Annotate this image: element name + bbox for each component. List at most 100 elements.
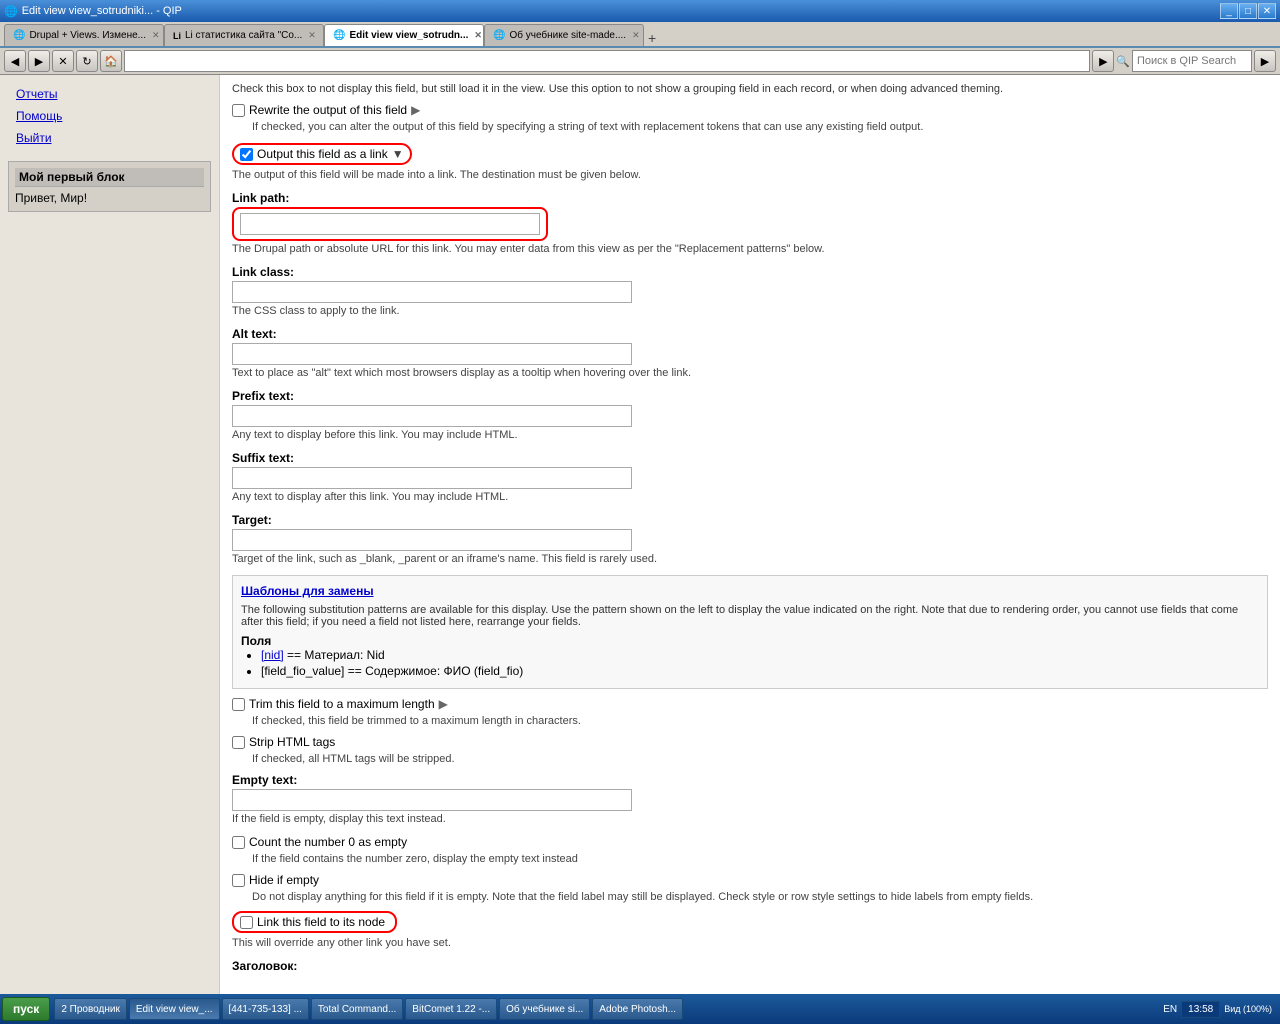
target-group: Target: Target of the link, such as _bla…: [232, 513, 1268, 565]
tab-1-close[interactable]: ✕: [308, 30, 316, 41]
empty-text-input[interactable]: [232, 789, 632, 811]
sidebar: Отчеты Помощь Выйти Мой первый блок Прив…: [0, 75, 220, 994]
close-button[interactable]: ✕: [1258, 3, 1276, 19]
target-input[interactable]: [232, 529, 632, 551]
field-item-1: [field_fio_value] == Содержимое: ФИО (fi…: [261, 664, 1259, 678]
trim-label: Trim this field to a maximum length: [249, 697, 435, 711]
fields-list: [nid] == Материал: Nid [field_fio_value]…: [241, 648, 1259, 678]
sidebar-item-help[interactable]: Помощь: [8, 105, 211, 127]
go-button[interactable]: ▶: [1092, 50, 1114, 72]
sidebar-item-logout[interactable]: Выйти: [8, 127, 211, 149]
hide-empty-checkbox[interactable]: [232, 874, 245, 887]
output-link-highlighted: Output this field as a link ▼: [232, 143, 412, 165]
tab-2-close[interactable]: ✕: [474, 30, 482, 41]
taskbar-lang: EN: [1163, 1004, 1177, 1015]
tab-bar: 🌐 Drupal + Views. Измене... ✕ Li Li стат…: [0, 22, 1280, 48]
count-zero-checkbox[interactable]: [232, 836, 245, 849]
taskbar-items: 2 Проводник Edit view view_... [441-735-…: [54, 998, 1157, 1020]
browser-title: Edit view view_sotrudniki... - QIP: [22, 5, 182, 17]
titlebar-left: 🌐 Edit view view_sotrudniki... - QIP: [4, 5, 182, 18]
content-area: Check this box to not display this field…: [220, 75, 1280, 994]
nid-link[interactable]: [nid]: [261, 648, 284, 662]
taskbar-item-6[interactable]: Adobe Photosh...: [592, 998, 683, 1020]
heading-group: Заголовок:: [232, 959, 1268, 973]
sidebar-block-content: Привет, Мир!: [15, 191, 204, 205]
alt-text-desc: Text to place as "alt" text which most b…: [232, 367, 1268, 379]
taskbar-item-4[interactable]: BitComet 1.22 -...: [405, 998, 497, 1020]
rewrite-output-label: Rewrite the output of this field: [249, 103, 407, 117]
strip-html-checkbox[interactable]: [232, 736, 245, 749]
output-link-checkbox[interactable]: [240, 148, 253, 161]
taskbar-clock: 13:58: [1181, 1001, 1220, 1018]
rewrite-output-row: Rewrite the output of this field ▶: [232, 103, 1268, 117]
subst-description: The following substitution patterns are …: [241, 604, 1259, 628]
tab-0-icon: 🌐: [13, 30, 25, 41]
link-node-highlight-box: Link this field to its node: [232, 911, 397, 933]
alt-text-input[interactable]: [232, 343, 632, 365]
heading-label: Заголовок:: [232, 959, 1268, 973]
count-zero-label: Count the number 0 as empty: [249, 835, 407, 849]
hide-empty-desc: Do not display anything for this field i…: [252, 891, 1268, 903]
tab-0[interactable]: 🌐 Drupal + Views. Измене... ✕: [4, 24, 164, 46]
tab-3[interactable]: 🌐 Об учебнике site-made.... ✕: [484, 24, 644, 46]
sidebar-item-reports[interactable]: Отчеты: [8, 83, 211, 105]
link-node-checkbox[interactable]: [240, 916, 253, 929]
forward-button[interactable]: ▶: [28, 50, 50, 72]
strip-html-row: Strip HTML tags: [232, 735, 1268, 749]
alt-text-label: Alt text:: [232, 327, 1268, 341]
taskbar: пуск 2 Проводник Edit view view_... [441…: [0, 994, 1280, 1024]
empty-text-group: Empty text: If the field is empty, displ…: [232, 773, 1268, 825]
taskbar-item-0[interactable]: 2 Проводник: [54, 998, 127, 1020]
intro-text: Check this box to not display this field…: [232, 83, 1268, 95]
start-button[interactable]: пуск: [2, 997, 50, 1021]
output-link-dropdown-icon[interactable]: ▼: [392, 147, 404, 161]
suffix-text-input[interactable]: [232, 467, 632, 489]
tab-3-label: Об учебнике site-made....: [509, 30, 626, 41]
link-path-highlighted: sotrudniki/[nid]: [232, 207, 548, 241]
trim-arrow-icon: ▶: [439, 697, 448, 711]
empty-text-desc: If the field is empty, display this text…: [232, 813, 1268, 825]
taskbar-right: EN 13:58 Вид (100%): [1157, 1001, 1278, 1018]
browser-icon: 🌐: [4, 5, 18, 18]
rewrite-output-checkbox[interactable]: [232, 104, 245, 117]
link-path-input[interactable]: sotrudniki/[nid]: [240, 213, 540, 235]
tab-1[interactable]: Li Li статистика сайта "Со... ✕: [164, 24, 324, 46]
minimize-button[interactable]: _: [1220, 3, 1238, 19]
link-class-input[interactable]: [232, 281, 632, 303]
rewrite-desc: If checked, you can alter the output of …: [252, 121, 1268, 133]
taskbar-item-5[interactable]: Об учебнике si...: [499, 998, 590, 1020]
maximize-button[interactable]: □: [1239, 3, 1257, 19]
taskbar-item-3[interactable]: Total Command...: [311, 998, 403, 1020]
tab-2-label: Edit view view_sotrudn...: [349, 30, 468, 41]
search-go-button[interactable]: ▶: [1254, 50, 1276, 72]
tab-2-icon: 🌐: [333, 30, 345, 41]
alt-text-group: Alt text: Text to place as "alt" text wh…: [232, 327, 1268, 379]
link-path-group: Link path: sotrudniki/[nid] The Drupal p…: [232, 191, 1268, 255]
taskbar-item-2[interactable]: [441-735-133] ...: [222, 998, 309, 1020]
refresh-button[interactable]: ↻: [76, 50, 98, 72]
output-link-checkbox-row: Output this field as a link ▼: [232, 143, 412, 165]
window-controls: _ □ ✕: [1220, 3, 1276, 19]
trim-desc: If checked, this field be trimmed to a m…: [252, 715, 1268, 727]
tab-2[interactable]: 🌐 Edit view view_sotrudn... ✕: [324, 24, 484, 46]
prefix-text-desc: Any text to display before this link. Yo…: [232, 429, 1268, 441]
browser-titlebar: 🌐 Edit view view_sotrudniki... - QIP _ □…: [0, 0, 1280, 22]
sidebar-block-title: Мой первый блок: [15, 168, 204, 187]
tab-0-label: Drupal + Views. Измене...: [29, 30, 146, 41]
subst-title[interactable]: Шаблоны для замены: [241, 584, 1259, 598]
tab-3-close[interactable]: ✕: [632, 30, 640, 41]
trim-checkbox[interactable]: [232, 698, 245, 711]
home-button[interactable]: 🏠: [100, 50, 122, 72]
address-bar[interactable]: http://drupal/admin/build/views/edit/vie…: [124, 50, 1090, 72]
tab-3-icon: 🌐: [493, 30, 505, 41]
tab-0-close[interactable]: ✕: [152, 30, 160, 41]
new-tab-button[interactable]: +: [644, 30, 660, 46]
search-input[interactable]: [1132, 50, 1252, 72]
prefix-text-input[interactable]: [232, 405, 632, 427]
tab-1-icon: Li: [173, 31, 181, 41]
taskbar-item-1[interactable]: Edit view view_...: [129, 998, 220, 1020]
back-button[interactable]: ◀: [4, 50, 26, 72]
output-link-group: Output this field as a link ▼ The output…: [232, 143, 1268, 181]
substitution-box: Шаблоны для замены The following substit…: [232, 575, 1268, 689]
stop-button[interactable]: ✕: [52, 50, 74, 72]
